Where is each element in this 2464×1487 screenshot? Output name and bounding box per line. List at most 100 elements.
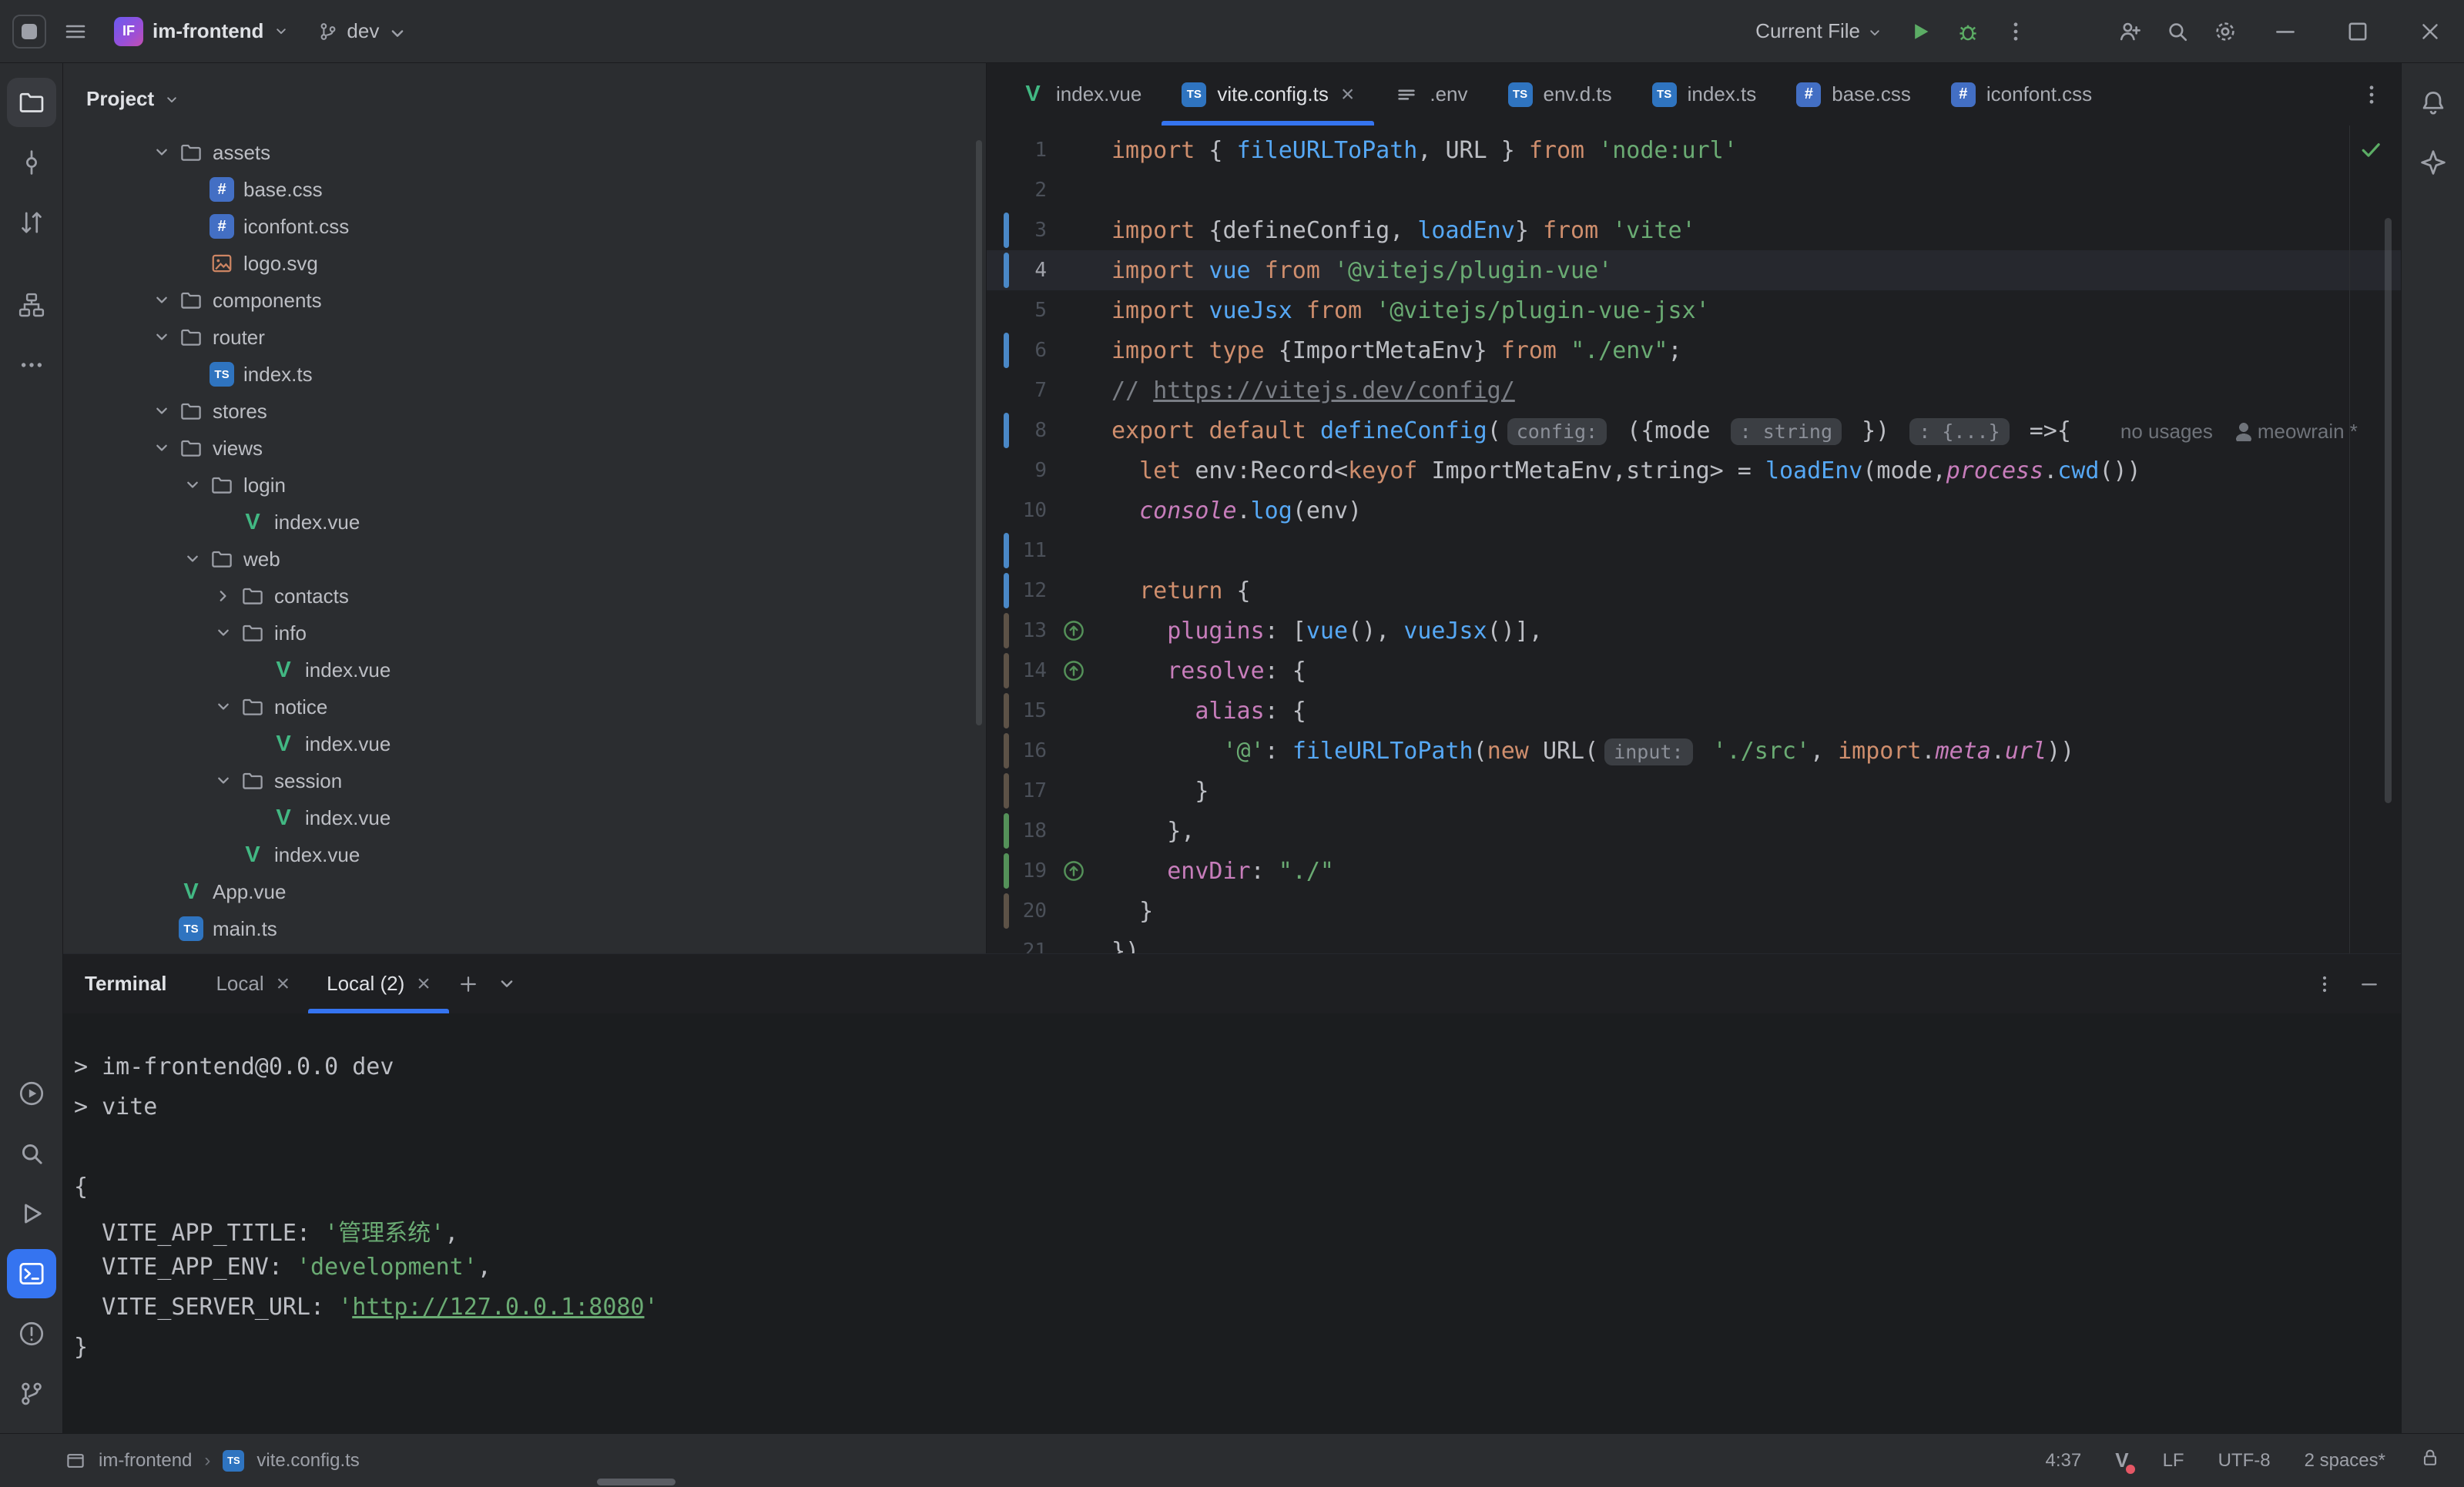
code-line-14[interactable]: 14 resolve: { [987, 651, 2401, 691]
file-lock-icon[interactable] [2419, 1447, 2441, 1474]
project-tool-icon[interactable] [7, 78, 56, 127]
project-scrollbar-thumb[interactable] [976, 140, 982, 725]
version-control-tool-icon[interactable] [7, 1369, 56, 1418]
code-line-6[interactable]: 6import type {ImportMetaEnv} from "./env… [987, 330, 2401, 370]
vim-mode-icon[interactable]: V [2115, 1448, 2128, 1472]
chevron-icon[interactable] [151, 437, 173, 459]
project-panel-header[interactable]: Project [63, 63, 986, 134]
tree-item-stores[interactable]: stores [63, 393, 986, 430]
gutter-action-icon[interactable] [1047, 659, 1111, 682]
gutter-action-icon[interactable] [1047, 859, 1111, 882]
code-line-1[interactable]: 1import { fileURLToPath, URL } from 'nod… [987, 130, 2401, 170]
chevron-icon[interactable] [151, 327, 173, 348]
tree-item-logo-svg[interactable]: logo.svg [63, 245, 986, 282]
tree-item-index-vue[interactable]: Vindex.vue [63, 651, 986, 688]
code-line-12[interactable]: 12 return { [987, 571, 2401, 611]
terminal-dropdown-icon[interactable] [488, 965, 526, 1003]
find-tool-icon[interactable] [7, 1129, 56, 1178]
code-line-21[interactable]: 21}) [987, 931, 2401, 953]
code-with-me-icon[interactable] [2108, 10, 2151, 53]
tree-item-web[interactable]: web [63, 541, 986, 578]
code-line-5[interactable]: 5import vueJsx from '@vitejs/plugin-vue-… [987, 290, 2401, 330]
caret-position[interactable]: 4:37 [2046, 1450, 2082, 1472]
breadcrumb-file[interactable]: vite.config.ts [256, 1450, 359, 1472]
tree-item-index-vue[interactable]: Vindex.vue [63, 504, 986, 541]
code-line-20[interactable]: 20 } [987, 891, 2401, 931]
code-editor[interactable]: 1import { fileURLToPath, URL } from 'nod… [987, 126, 2401, 953]
chevron-icon[interactable] [213, 622, 234, 644]
close-tab-icon[interactable]: × [1341, 83, 1355, 106]
tree-item-assets[interactable]: assets [63, 134, 986, 171]
tree-item-router[interactable]: router [63, 319, 986, 356]
tab-options-icon[interactable] [2350, 73, 2393, 116]
file-encoding[interactable]: UTF-8 [2218, 1450, 2271, 1472]
close-terminal-tab-icon[interactable]: × [417, 973, 431, 996]
code-line-8[interactable]: 8export default defineConfig(config: ({m… [987, 410, 2401, 450]
tree-item-info[interactable]: info [63, 615, 986, 651]
main-menu-icon[interactable] [54, 10, 97, 53]
code-line-11[interactable]: 11 [987, 531, 2401, 571]
gutter-action-icon[interactable] [1047, 619, 1111, 642]
structure-tool-icon[interactable] [7, 280, 56, 330]
chevron-icon[interactable] [151, 290, 173, 311]
terminal-options-icon[interactable] [2305, 965, 2344, 1003]
chevron-icon[interactable] [213, 770, 234, 792]
search-everywhere-icon[interactable] [2156, 10, 2199, 53]
tree-item-index-vue[interactable]: Vindex.vue [63, 836, 986, 873]
code-line-15[interactable]: 15 alias: { [987, 691, 2401, 731]
terminal-tab-Local[interactable]: Local× [197, 954, 308, 1013]
maximize-button[interactable] [2324, 0, 2392, 63]
tree-item-App-vue[interactable]: VApp.vue [63, 873, 986, 910]
problems-tool-icon[interactable] [7, 1309, 56, 1358]
run-button[interactable] [1899, 10, 1942, 53]
notifications-icon[interactable] [2409, 78, 2458, 127]
hide-terminal-icon[interactable] [2350, 965, 2389, 1003]
tree-item-notice[interactable]: notice [63, 688, 986, 725]
editor-tab-env[interactable]: .env [1374, 63, 1487, 126]
more-tools-icon[interactable] [7, 340, 56, 390]
run-config-selector[interactable]: Current File [1745, 19, 1894, 43]
debug-button[interactable] [1946, 10, 1990, 53]
code-line-10[interactable]: 10 console.log(env) [987, 491, 2401, 531]
editor-tab-vite-config-ts[interactable]: TSvite.config.ts× [1162, 63, 1374, 126]
code-line-13[interactable]: 13 plugins: [vue(), vueJsx()], [987, 611, 2401, 651]
tree-item-contacts[interactable]: contacts [63, 578, 986, 615]
inspections-ok-icon[interactable] [2358, 136, 2389, 167]
editor-tab-env-d-ts[interactable]: TSenv.d.ts [1488, 63, 1632, 126]
chevron-icon[interactable] [182, 548, 203, 570]
tree-item-main-ts[interactable]: TSmain.ts [63, 910, 986, 947]
code-line-9[interactable]: 9 let env:Record<keyof ImportMetaEnv,str… [987, 450, 2401, 491]
chevron-icon[interactable] [182, 474, 203, 496]
more-actions-icon[interactable] [1994, 10, 2037, 53]
chevron-icon[interactable] [151, 400, 173, 422]
minimize-button[interactable] [2251, 0, 2319, 63]
tree-item-index-vue[interactable]: Vindex.vue [63, 799, 986, 836]
code-line-19[interactable]: 19 envDir: "./" [987, 851, 2401, 891]
terminal-title[interactable]: Terminal [85, 972, 166, 996]
settings-icon[interactable] [2204, 10, 2247, 53]
editor-tab-base-css[interactable]: #base.css [1776, 63, 1931, 126]
services-tool-icon[interactable] [7, 1069, 56, 1118]
editor-scrollbar-thumb[interactable] [2385, 218, 2392, 803]
tree-item-index-vue[interactable]: Vindex.vue [63, 725, 986, 762]
code-line-18[interactable]: 18 }, [987, 811, 2401, 851]
editor-tab-index-ts[interactable]: TSindex.ts [1632, 63, 1777, 126]
terminal-tool-icon[interactable] [7, 1249, 56, 1298]
code-line-4[interactable]: 4import vue from '@vitejs/plugin-vue' [987, 250, 2401, 290]
terminal-tab-Local-2[interactable]: Local (2)× [308, 954, 449, 1013]
chevron-icon[interactable] [213, 585, 234, 607]
editor-tab-iconfont-css[interactable]: #iconfont.css [1931, 63, 2112, 126]
code-line-17[interactable]: 17 } [987, 771, 2401, 811]
tree-item-base-css[interactable]: #base.css [63, 171, 986, 208]
code-line-7[interactable]: 7// https://vitejs.dev/config/ [987, 370, 2401, 410]
tree-item-components[interactable]: components [63, 282, 986, 319]
code-line-16[interactable]: 16 '@': fileURLToPath(new URL(input: './… [987, 731, 2401, 771]
run-tool-icon[interactable] [7, 1189, 56, 1238]
code-line-2[interactable]: 2 [987, 170, 2401, 210]
terminal-output[interactable]: > im-frontend@0.0.0 dev> vite{ VITE_APP_… [63, 1013, 2401, 1433]
chevron-icon[interactable] [151, 142, 173, 163]
commit-tool-icon[interactable] [7, 138, 56, 187]
chevron-icon[interactable] [213, 696, 234, 718]
tree-item-iconfont-css[interactable]: #iconfont.css [63, 208, 986, 245]
tree-item-session[interactable]: session [63, 762, 986, 799]
